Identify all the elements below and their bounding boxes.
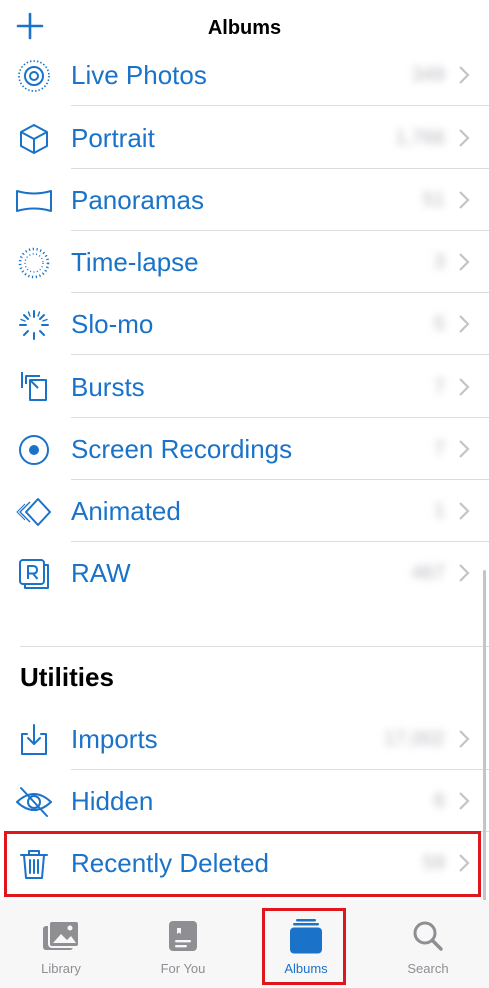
chevron-right-icon <box>459 66 470 84</box>
for-you-icon <box>169 921 197 951</box>
screen-recording-icon <box>19 435 49 465</box>
library-icon <box>43 920 80 950</box>
chevron-right-icon <box>459 378 470 396</box>
row-separator <box>71 105 489 106</box>
import-icon <box>21 724 47 755</box>
album-row-hidden[interactable]: Hidden 6 <box>0 770 489 832</box>
album-label: Portrait <box>71 123 155 153</box>
album-label: Hidden <box>71 786 154 816</box>
tab-label: For You <box>160 961 206 976</box>
live-photos-icon <box>18 60 50 92</box>
search-icon <box>413 921 443 951</box>
chevron-right-icon <box>459 191 470 209</box>
album-count: 7 <box>433 376 445 398</box>
panorama-icon <box>16 190 52 212</box>
album-count: 5 <box>433 313 445 335</box>
animated-icon <box>16 498 51 526</box>
section-divider <box>20 646 489 647</box>
highlight-recently-deleted <box>4 831 481 897</box>
album-row-raw[interactable]: RAW 467 <box>0 542 489 604</box>
album-row-time-lapse[interactable]: Time-lapse 3 <box>0 231 489 293</box>
album-row-imports[interactable]: Imports 17,002 <box>0 708 489 770</box>
tab-for-you[interactable]: For You <box>122 900 244 988</box>
album-label: Screen Recordings <box>71 434 293 464</box>
album-count: 467 <box>411 562 445 584</box>
album-row-portrait[interactable]: Portrait 1,766 <box>0 107 489 169</box>
album-label: Imports <box>71 724 158 754</box>
chevron-right-icon <box>459 792 470 810</box>
album-count: 7 <box>433 438 445 460</box>
album-count: 1,766 <box>394 127 445 149</box>
album-row-live-photos[interactable]: Live Photos 349 <box>0 44 489 106</box>
album-label: Time-lapse <box>71 247 199 277</box>
tab-search[interactable]: Search <box>367 900 489 988</box>
chevron-right-icon <box>459 502 470 520</box>
chevron-right-icon <box>459 315 470 333</box>
album-count: 3 <box>433 251 445 273</box>
album-row-panoramas[interactable]: Panoramas 51 <box>0 169 489 231</box>
album-row-screen-recordings[interactable]: Screen Recordings 7 <box>0 418 489 480</box>
tab-library[interactable]: Library <box>0 900 122 988</box>
album-label: RAW <box>71 558 131 588</box>
album-count: 17,002 <box>383 728 445 750</box>
bursts-icon <box>21 372 47 401</box>
scroll-indicator[interactable] <box>483 570 486 910</box>
time-lapse-icon <box>18 247 50 279</box>
album-label: Slo-mo <box>71 309 154 339</box>
hidden-eye-icon <box>16 787 52 817</box>
album-count: 1 <box>433 500 445 522</box>
chevron-right-icon <box>459 440 470 458</box>
chevron-right-icon <box>459 730 470 748</box>
chevron-right-icon <box>459 129 470 147</box>
highlight-albums-tab <box>262 908 346 985</box>
album-count: 51 <box>422 189 445 211</box>
tab-bar: Library For You Albums Search <box>0 900 489 988</box>
page-title: Albums <box>207 17 282 39</box>
album-label: Panoramas <box>71 185 204 215</box>
raw-icon <box>19 559 49 589</box>
slo-mo-icon <box>19 310 49 340</box>
album-row-slo-mo[interactable]: Slo-mo 5 <box>0 293 489 355</box>
utilities-section-title: Utilities <box>20 662 114 692</box>
album-row-bursts[interactable]: Bursts 7 <box>0 356 489 418</box>
row-separator <box>71 354 489 355</box>
tab-label: Library <box>41 961 81 976</box>
album-count: 349 <box>411 64 445 86</box>
portrait-cube-icon <box>20 124 48 154</box>
album-label: Bursts <box>71 372 145 402</box>
album-label: Animated <box>71 496 181 526</box>
album-row-animated[interactable]: Animated 1 <box>0 480 489 542</box>
tab-label: Search <box>407 961 449 976</box>
chevron-right-icon <box>459 253 470 271</box>
album-count: 6 <box>433 790 445 812</box>
album-label: Live Photos <box>71 60 207 90</box>
chevron-right-icon <box>459 564 470 582</box>
